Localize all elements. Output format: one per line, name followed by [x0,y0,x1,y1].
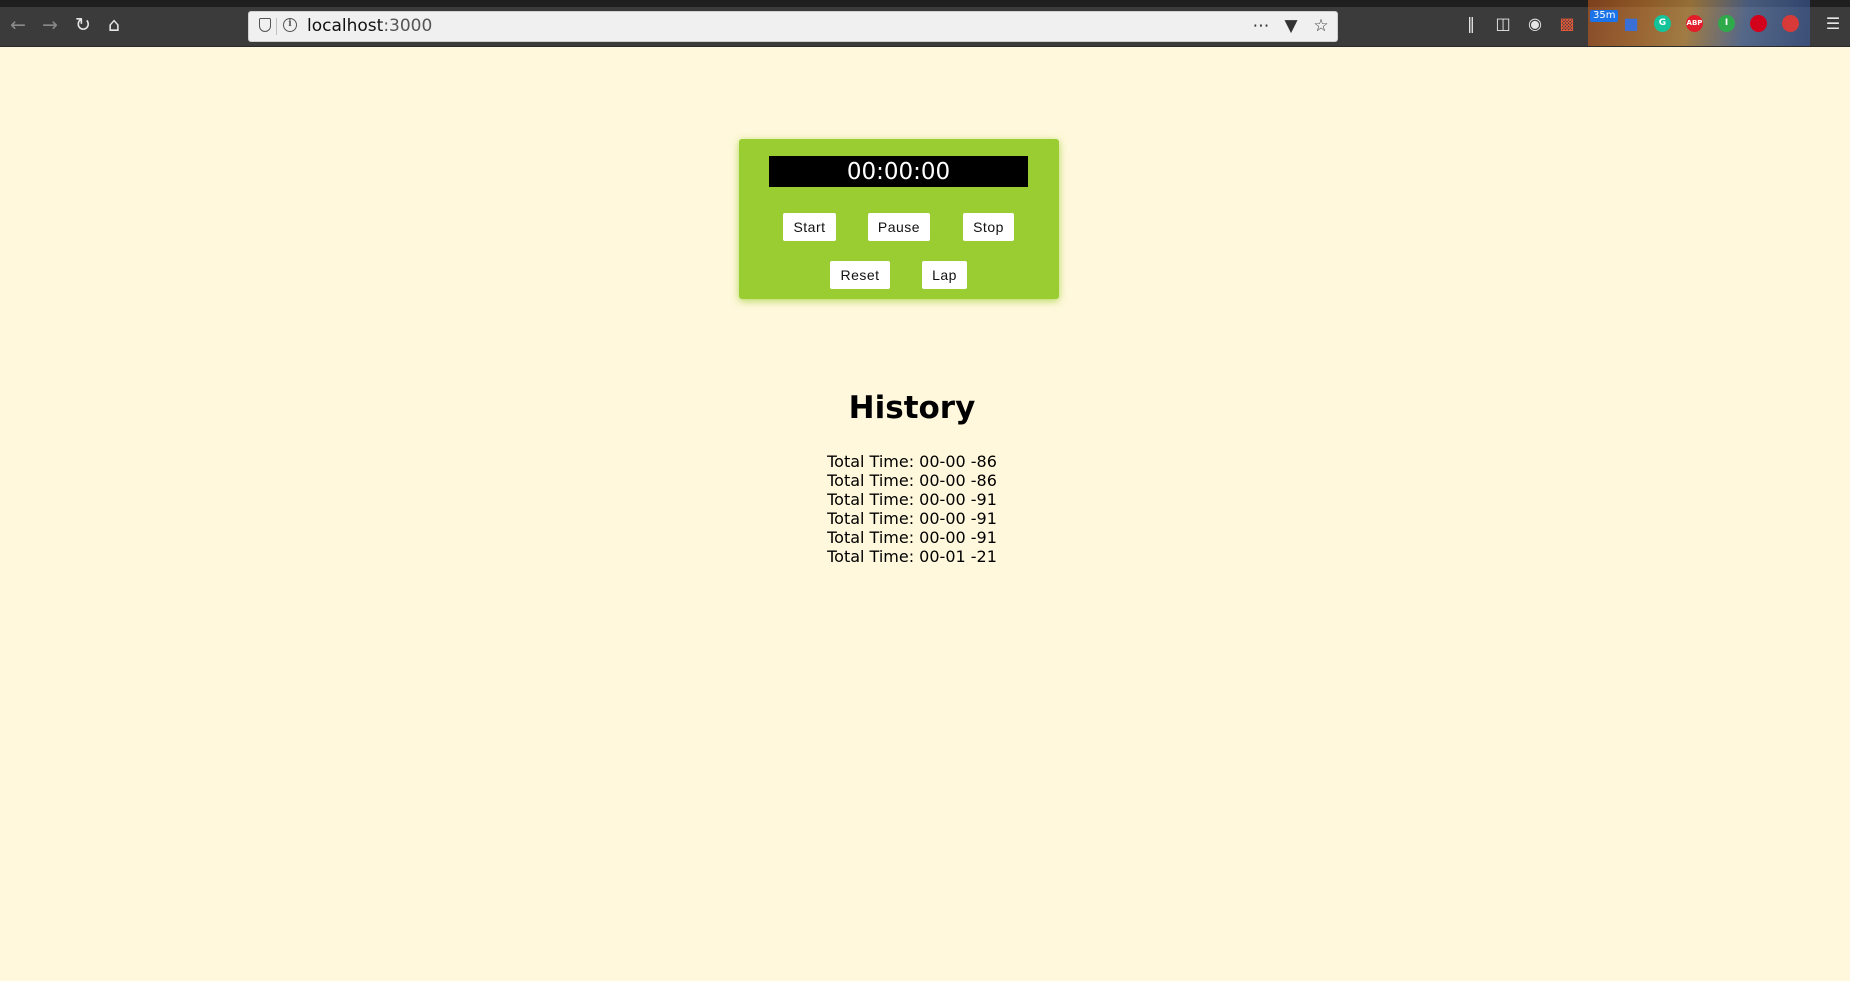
site-info-icon[interactable]: i [283,18,297,32]
tracking-protection-icon[interactable] [259,18,271,32]
history-entry: Total Time: 00-00 -86 [827,452,997,471]
extension-green-icon[interactable]: I [1718,15,1735,32]
back-icon[interactable]: ← [5,12,31,38]
menu-icon[interactable]: ☰ [1822,13,1844,35]
history-entry: Total Time: 00-00 -86 [827,471,997,490]
timer-badge: 35m [1590,10,1619,22]
extension-flag-icon[interactable]: ■ [1620,13,1642,35]
pause-button[interactable]: Pause [868,213,930,241]
extension-red-icon[interactable] [1750,15,1767,32]
start-button[interactable]: Start [783,213,836,241]
history-list: Total Time: 00-00 -86 Total Time: 00-00 … [700,452,1124,566]
url-text[interactable]: localhost:3000 [307,16,432,36]
urlbar-divider [276,18,277,35]
history-entry: Total Time: 00-00 -91 [827,490,997,509]
reload-icon[interactable]: ↻ [70,12,96,38]
bookmark-star-icon[interactable]: ☆ [1309,15,1333,37]
browser-toolbar: ← → ↻ ⌂ i localhost:3000 ⋯ ▼ ☆ ‖ ◫ ◉ ▩ 3… [0,0,1850,47]
history-entry: Total Time: 00-01 -21 [827,547,997,566]
grammarly-icon[interactable]: G [1654,15,1671,32]
pocket-icon[interactable]: ▼ [1279,15,1303,37]
page-actions-icon[interactable]: ⋯ [1249,15,1273,37]
time-display: 00:00:00 [769,156,1028,187]
library-icon[interactable]: ‖ [1460,13,1482,35]
extension-chart-icon[interactable]: ▩ [1556,13,1578,35]
tab-strip [0,0,1850,7]
extension-gift-icon[interactable] [1782,15,1799,32]
home-icon[interactable]: ⌂ [101,12,127,38]
reset-button[interactable]: Reset [830,261,890,289]
stopwatch-panel: 00:00:00 Start Pause Stop Reset Lap [739,139,1059,299]
address-bar[interactable]: i localhost:3000 ⋯ ▼ ☆ [248,11,1338,42]
history-entry: Total Time: 00-00 -91 [827,509,997,528]
sidebar-icon[interactable]: ◫ [1492,13,1514,35]
lap-button[interactable]: Lap [922,261,967,289]
forward-icon[interactable]: → [37,12,63,38]
account-icon[interactable]: ◉ [1524,13,1546,35]
history-heading: History [848,390,976,426]
history-entry: Total Time: 00-00 -91 [827,528,997,547]
adblock-icon[interactable]: ABP [1686,15,1703,32]
stop-button[interactable]: Stop [963,213,1014,241]
url-host: localhost [307,16,384,36]
url-port: :3000 [383,16,433,36]
